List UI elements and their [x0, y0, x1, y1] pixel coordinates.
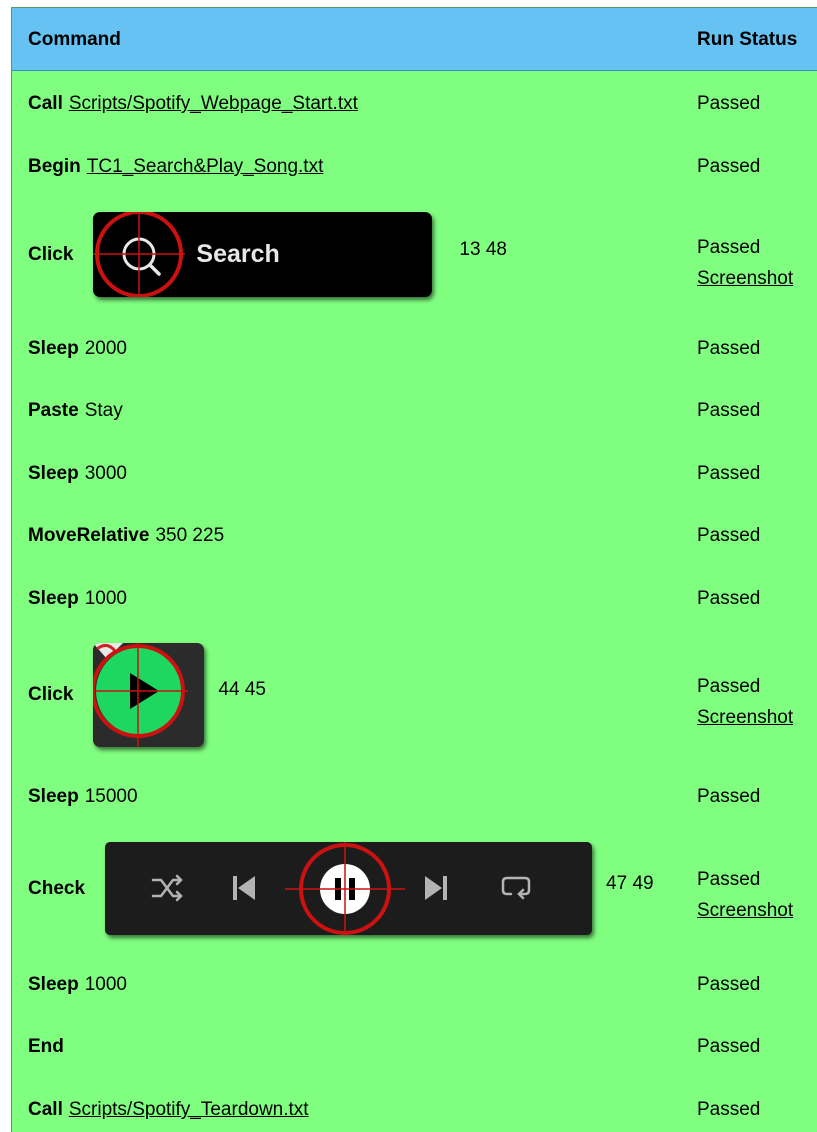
play-button-thumbnail [93, 643, 205, 747]
script-link[interactable]: Scripts/Spotify_Webpage_Start.txt [69, 93, 358, 115]
command-cell: End [28, 1036, 70, 1058]
command-keyword: End [28, 1036, 64, 1057]
run-status: Passed [697, 156, 761, 177]
run-status-cell: Passed Screenshot [697, 671, 793, 733]
run-status-cell: Passed Screenshot [697, 864, 793, 926]
command-cell: Begin TC1_Search&Play_Song.txt [28, 156, 323, 178]
screenshot-link[interactable]: Screenshot [697, 702, 793, 733]
screenshot-link[interactable]: Screenshot [697, 895, 793, 926]
run-status: Passed [697, 400, 761, 421]
run-status: Passed [697, 338, 761, 359]
command-argument: 350 225 [155, 525, 225, 546]
command-argument: Stay [84, 400, 123, 421]
command-cell: Call Scripts/Spotify_Teardown.txt [28, 1099, 309, 1121]
command-cell: Click 44 45 [28, 643, 266, 747]
command-cell: Sleep 2000 [28, 338, 127, 360]
run-status: Passed [697, 93, 761, 114]
command-keyword: Call [28, 93, 63, 114]
command-keyword: Click [28, 243, 74, 265]
command-keyword: Sleep [28, 974, 79, 995]
run-status: Passed [697, 525, 761, 546]
command-keyword: Sleep [28, 786, 79, 807]
command-argument: 1000 [84, 588, 127, 609]
header-run-status: Run Status [697, 29, 798, 50]
click-coordinates: 44 45 [218, 679, 266, 700]
run-status: Passed [697, 1099, 761, 1120]
script-link[interactable]: TC1_Search&Play_Song.txt [87, 156, 324, 178]
command-keyword: MoveRelative [28, 525, 150, 546]
shuffle-icon [151, 874, 183, 902]
next-icon [425, 876, 448, 900]
command-keyword: Check [28, 877, 86, 899]
command-argument: 3000 [84, 463, 127, 484]
run-status-cell: Passed Screenshot [697, 232, 793, 294]
command-cell: Paste Stay [28, 400, 123, 422]
header-command: Command [28, 29, 121, 50]
run-status: Passed [697, 869, 761, 890]
command-cell: Sleep 15000 [28, 786, 138, 808]
command-keyword: Call [28, 1099, 63, 1120]
search-button-thumbnail: Search [93, 212, 433, 297]
repeat-icon [501, 876, 531, 900]
command-keyword: Sleep [28, 463, 79, 484]
command-cell: Check 47 49 [28, 842, 654, 935]
play-icon [93, 643, 189, 747]
table-header: Command Run Status [12, 8, 817, 71]
command-argument: 2000 [84, 338, 127, 359]
command-log-table: Command Run Status Call Scripts/Spotify_… [11, 7, 817, 1132]
run-status: Passed [697, 1036, 761, 1057]
run-status: Passed [697, 237, 761, 258]
command-argument: 1000 [84, 974, 127, 995]
command-cell: Sleep 1000 [28, 588, 127, 610]
script-link[interactable]: Scripts/Spotify_Teardown.txt [69, 1099, 309, 1121]
check-coordinates: 47 49 [606, 872, 654, 894]
run-status: Passed [697, 463, 761, 484]
search-label: Search [196, 240, 280, 268]
player-controls-thumbnail [105, 842, 593, 935]
command-cell: Sleep 3000 [28, 463, 127, 485]
command-keyword: Sleep [28, 338, 79, 359]
command-keyword: Click [28, 684, 74, 705]
click-coordinates: 13 48 [459, 238, 507, 260]
command-cell: Call Scripts/Spotify_Webpage_Start.txt [28, 93, 358, 115]
command-argument: 15000 [84, 786, 138, 807]
run-status: Passed [697, 974, 761, 995]
command-cell: Click Search 13 48 [28, 212, 507, 297]
command-keyword: Sleep [28, 588, 79, 609]
command-keyword: Begin [28, 156, 81, 177]
screenshot-link[interactable]: Screenshot [697, 263, 793, 294]
command-cell: Sleep 1000 [28, 974, 127, 996]
run-status: Passed [697, 786, 761, 807]
run-status: Passed [697, 676, 761, 697]
run-status: Passed [697, 588, 761, 609]
command-cell: MoveRelative 350 225 [28, 525, 224, 547]
command-keyword: Paste [28, 400, 79, 421]
previous-icon [233, 876, 256, 900]
